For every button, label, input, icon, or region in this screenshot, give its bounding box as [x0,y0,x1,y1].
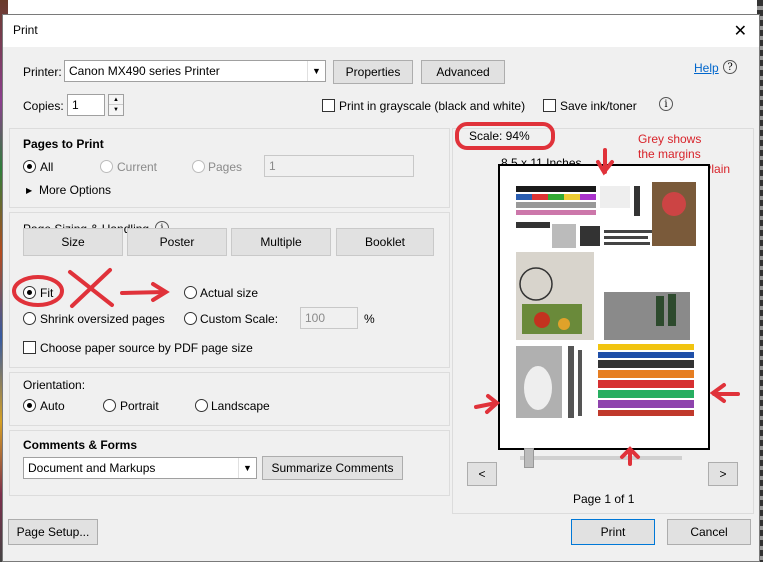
red-annotations [12,122,740,466]
print-button[interactable]: Print [571,519,655,545]
scale-highlight-box [455,122,555,150]
fit-highlight-circle [12,275,64,307]
page-setup-button[interactable]: Page Setup... [8,519,98,545]
arrow-to-actual-size [120,290,167,295]
cancel-button[interactable]: Cancel [667,519,751,545]
